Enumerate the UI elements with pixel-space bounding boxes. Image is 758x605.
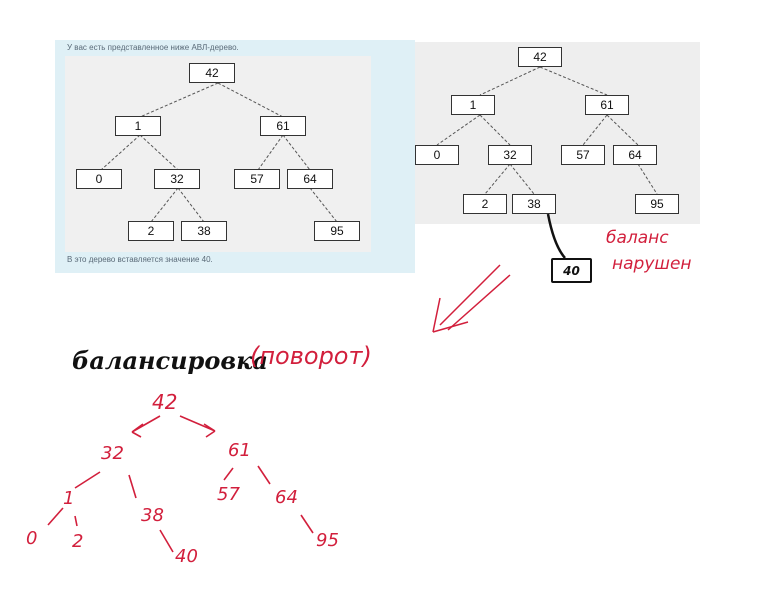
balance-broken-line2: нарушен — [612, 254, 692, 274]
balanced-node: 2 — [72, 531, 84, 552]
balanced-node: 38 — [141, 505, 164, 526]
rotation-note: (поворот) — [250, 342, 372, 370]
inserted-node: 40 — [551, 258, 592, 283]
balanced-node: 95 — [316, 530, 339, 551]
balanced-node: 32 — [101, 443, 124, 464]
balanced-node: 64 — [275, 487, 298, 508]
balanced-node: 57 — [217, 484, 240, 505]
balanced-tree-edges — [47, 415, 314, 553]
balance-broken-line1: баланс — [606, 228, 669, 248]
balanced-node: 61 — [228, 440, 251, 461]
balanced-node: 1 — [63, 488, 75, 509]
handwritten-overlay — [47, 213, 566, 553]
red-arrow-icon — [432, 264, 511, 333]
balanced-node: 0 — [26, 528, 38, 549]
balanced-node: 42 — [152, 390, 178, 414]
balancing-title: балансировка — [72, 346, 268, 375]
inserted-edge — [546, 213, 566, 259]
balanced-node: 40 — [175, 546, 198, 567]
